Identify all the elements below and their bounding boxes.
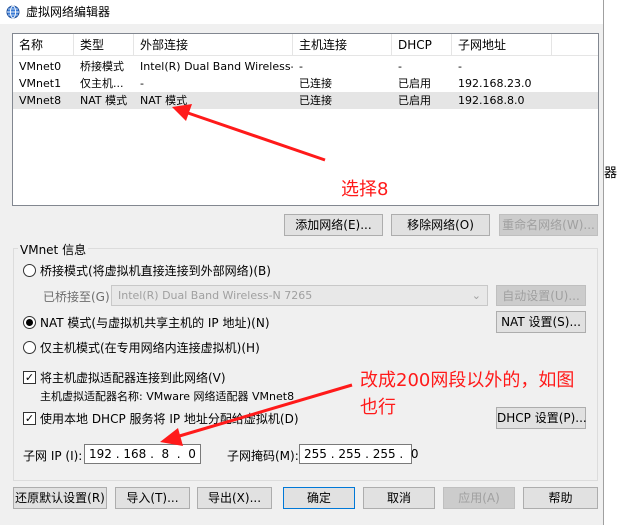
annotation-change-subnet-line2: 也行 [360,397,396,418]
annotation-select-8: 选择8 [341,179,389,200]
background-window [604,0,630,525]
arrow-to-subnet-ip [160,383,353,446]
background-window-text: 器 [604,166,618,181]
annotation-arrows [160,104,353,446]
window-border [603,0,604,525]
arrow-to-vmnet8 [172,104,326,162]
annotation-change-subnet-line1: 改成200网段以外的，如图 [360,370,575,391]
